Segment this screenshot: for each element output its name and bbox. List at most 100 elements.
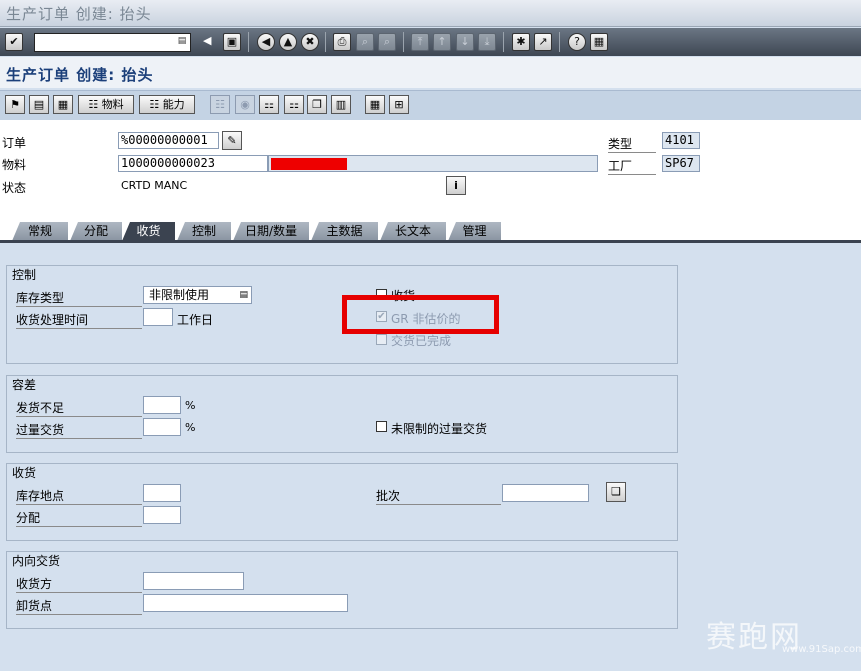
previous-page-icon: ↑ bbox=[433, 33, 451, 51]
toolbar-separator bbox=[559, 32, 560, 52]
components-icon[interactable]: ▤ bbox=[29, 95, 49, 114]
enter-check-icon[interactable]: ✔ bbox=[5, 33, 23, 51]
control-group-title: 控制 bbox=[8, 266, 41, 283]
unlimited-overdelivery-label: 未限制的过量交货 bbox=[391, 422, 488, 436]
material-number-field[interactable]: 1000000000023 bbox=[118, 155, 268, 172]
distribution-input[interactable] bbox=[143, 506, 181, 524]
batch-input[interactable] bbox=[502, 484, 589, 502]
delivery-completed-label: 交货已完成 bbox=[391, 334, 452, 348]
tab-general[interactable]: 常规 bbox=[12, 222, 68, 241]
capacity-icon: ☷ bbox=[149, 98, 160, 111]
stock-type-select[interactable]: 非限制使用 ▤ bbox=[143, 286, 252, 304]
tab-goods-receipt[interactable]: 收货 bbox=[122, 222, 175, 241]
sequences-icon: ☷ bbox=[210, 95, 230, 114]
capacity-button-label: 能力 bbox=[162, 98, 185, 111]
overdelivery-label: 过量交货 bbox=[16, 421, 142, 439]
first-page-icon: ⤒ bbox=[411, 33, 429, 51]
batch-label: 批次 bbox=[376, 487, 501, 505]
command-field[interactable]: ▤ bbox=[34, 33, 191, 52]
toolbar-separator bbox=[403, 32, 404, 52]
unlimited-overdelivery-checkbox[interactable] bbox=[376, 421, 387, 432]
overdelivery-input[interactable] bbox=[143, 418, 181, 436]
customize-layout-icon[interactable]: ▦ bbox=[590, 33, 608, 51]
shortcut-icon[interactable]: ↗ bbox=[534, 33, 552, 51]
redacted-description bbox=[271, 158, 347, 170]
tab-master-data[interactable]: 主数据 bbox=[311, 222, 378, 241]
tab-dates-quantities[interactable]: 日期/数量 bbox=[233, 222, 309, 241]
command-history-dropdown-icon[interactable]: ▤ bbox=[176, 35, 188, 48]
material-button[interactable]: ☷ 物料 bbox=[78, 95, 134, 114]
tolerance-group-title: 容差 bbox=[8, 376, 41, 393]
help-icon[interactable]: ? bbox=[568, 33, 586, 51]
tree-icon[interactable]: ⊞ bbox=[389, 95, 409, 114]
overdelivery-percent: % bbox=[185, 421, 196, 434]
storage-location-input[interactable] bbox=[143, 484, 181, 502]
hierarchy-icon[interactable]: ⚏ bbox=[259, 95, 279, 114]
tab-assignment[interactable]: 分配 bbox=[70, 222, 122, 241]
capacity-button[interactable]: ☷ 能力 bbox=[139, 95, 195, 114]
gr-processing-time-label: 收货处理时间 bbox=[16, 311, 142, 329]
toolbar-separator bbox=[503, 32, 504, 52]
underdelivery-input[interactable] bbox=[143, 396, 181, 414]
window-title-bar: 生产订单 创建: 抬头 bbox=[0, 0, 861, 27]
inbound-delivery-group-title: 内向交货 bbox=[8, 552, 65, 569]
stock-type-label: 库存类型 bbox=[16, 289, 142, 307]
status-value: CRTD MANC bbox=[121, 179, 188, 192]
goods-receipt-group-title: 收货 bbox=[8, 464, 41, 481]
storage-location-label: 库存地点 bbox=[16, 487, 142, 505]
material-label: 物料 bbox=[2, 158, 27, 172]
last-page-icon: ⤓ bbox=[478, 33, 496, 51]
unloading-point-input[interactable] bbox=[143, 594, 348, 612]
tab-control[interactable]: 控制 bbox=[177, 222, 231, 241]
order-type-field: 4101 bbox=[662, 132, 700, 149]
watermark-url: www.91Sap.com bbox=[782, 644, 861, 655]
screen-title-bar: 生产订单 创建: 抬头 bbox=[0, 57, 861, 88]
unloading-point-label: 卸货点 bbox=[16, 597, 142, 615]
tab-underline bbox=[0, 240, 861, 243]
back-icon[interactable]: ◀ bbox=[257, 33, 275, 51]
recipient-input[interactable] bbox=[143, 572, 244, 590]
underdelivery-label: 发货不足 bbox=[16, 399, 142, 417]
plant-label: 工厂 bbox=[608, 157, 656, 175]
next-page-icon: ↓ bbox=[456, 33, 474, 51]
toolbar-separator bbox=[248, 32, 249, 52]
distribution-label: 分配 bbox=[16, 509, 142, 527]
stock-type-value: 非限制使用 bbox=[149, 288, 210, 302]
type-label: 类型 bbox=[608, 135, 656, 153]
collapse-arrow-icon[interactable]: ◀ bbox=[203, 34, 211, 47]
order-number-field[interactable]: %00000000001 bbox=[118, 132, 219, 149]
workday-unit-label: 工作日 bbox=[177, 313, 214, 327]
tab-long-text[interactable]: 长文本 bbox=[380, 222, 446, 241]
status-label: 状态 bbox=[2, 181, 27, 195]
find-next-icon: ⌕ bbox=[378, 33, 396, 51]
exit-icon[interactable]: ▲ bbox=[279, 33, 297, 51]
status-info-icon[interactable]: i bbox=[446, 176, 466, 195]
print-icon[interactable]: ⎙ bbox=[333, 33, 351, 51]
trigger-points-icon[interactable]: ▥ bbox=[331, 95, 351, 114]
cancel-icon[interactable]: ✖ bbox=[301, 33, 319, 51]
network-icon[interactable]: ⚏ bbox=[284, 95, 304, 114]
new-session-icon[interactable]: ✱ bbox=[512, 33, 530, 51]
order-label: 订单 bbox=[2, 136, 27, 150]
material-button-label: 物料 bbox=[101, 98, 124, 111]
screen-title: 生产订单 创建: 抬头 bbox=[6, 66, 154, 84]
tab-administration[interactable]: 管理 bbox=[448, 222, 501, 241]
production-resources-icon: ◉ bbox=[235, 95, 255, 114]
flag-icon[interactable]: ⚑ bbox=[5, 95, 25, 114]
recipient-label: 收货方 bbox=[16, 575, 142, 593]
table-icon[interactable]: ▦ bbox=[365, 95, 385, 114]
documents-icon[interactable]: ❐ bbox=[307, 95, 327, 114]
find-icon: ⌕ bbox=[356, 33, 374, 51]
gr-processing-time-input[interactable] bbox=[143, 308, 173, 326]
delivery-completed-checkbox bbox=[376, 334, 387, 345]
stock-type-dropdown-icon[interactable]: ▤ bbox=[239, 287, 248, 303]
toolbar-separator bbox=[325, 32, 326, 52]
material-icon: ☷ bbox=[88, 98, 99, 111]
plant-field: SP67 bbox=[662, 155, 700, 172]
create-batch-icon[interactable]: ❑ bbox=[606, 482, 626, 502]
edit-order-icon[interactable]: ✎ bbox=[222, 131, 242, 150]
highlight-annotation-box bbox=[342, 295, 499, 334]
operations-icon[interactable]: ▦ bbox=[53, 95, 73, 114]
window-title: 生产订单 创建: 抬头 bbox=[6, 5, 152, 23]
save-icon[interactable]: ▣ bbox=[223, 33, 241, 51]
